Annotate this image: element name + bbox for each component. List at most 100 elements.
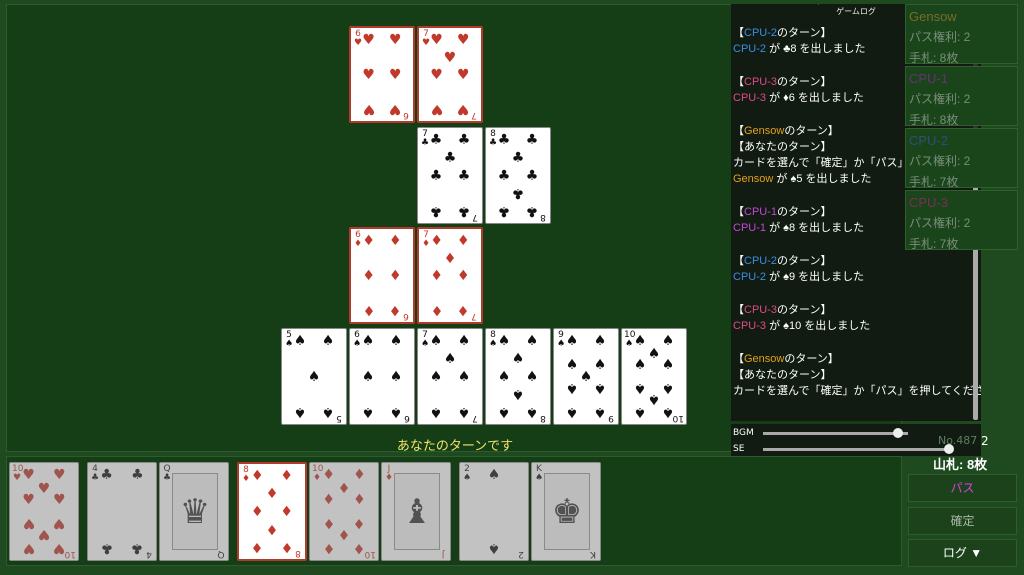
card-suit-icon: ♣ bbox=[420, 138, 430, 148]
log-text-segment: が ♠5 を出しました bbox=[773, 173, 872, 185]
suit-pip-icon: ♠ bbox=[389, 404, 403, 421]
game-number-label: No.487 bbox=[938, 434, 978, 447]
card-suit-icon: ♠ bbox=[462, 473, 472, 483]
hand-card-2[interactable]: Q ♣ Q ♛ bbox=[159, 462, 229, 561]
card-corner-bottom: 6 bbox=[401, 110, 411, 120]
suit-pip-icon: ♣ bbox=[131, 539, 144, 556]
card-suit-icon: ♠ bbox=[556, 339, 566, 349]
hand-card-6[interactable]: 2 ♠ 2 ♠ ♠ bbox=[459, 462, 529, 561]
suit-pip-icon: ♠ bbox=[647, 346, 661, 363]
suit-pip-icon: ♠ bbox=[429, 332, 443, 349]
suit-pip-icon: ♣ bbox=[457, 203, 471, 220]
card-corner-top: 9 ♠ bbox=[556, 331, 566, 349]
suit-pip-icon: ♠ bbox=[511, 385, 525, 402]
card-pips: ♦ ♦ ♦ ♦ ♦ ♦ bbox=[362, 234, 401, 319]
suit-pip-icon: ♠ bbox=[565, 404, 579, 421]
hand-card-4[interactable]: 10 ♦ 10 ♦ ♦ ♦ ♦ ♦ ♦ ♦ ♦ ♦ ♦ bbox=[309, 462, 379, 561]
suit-pip-icon: ♠ bbox=[525, 404, 539, 421]
card-corner-top: J ♦ bbox=[384, 465, 394, 483]
card-pips: ♣ ♣ ♣ ♣ ♣ ♣ ♣ ♣ bbox=[497, 133, 539, 220]
hand-card-3[interactable]: 8 ♦ 8 ♦ ♦ ♦ ♦ ♦ ♦ ♦ ♦ bbox=[237, 462, 307, 561]
suit-pip-icon: ♦ bbox=[251, 467, 264, 484]
log-text-segment: CPU-3 bbox=[744, 76, 778, 88]
suit-pip-icon: ♥ bbox=[362, 101, 375, 118]
suit-pip-icon: ♦ bbox=[322, 492, 335, 509]
card-rank: 2 bbox=[464, 464, 470, 474]
suit-pip-icon: ♠ bbox=[361, 332, 375, 349]
log-text-segment: CPU-2 bbox=[733, 43, 767, 55]
pass-button[interactable]: パス bbox=[908, 474, 1017, 502]
suit-pip-icon: ♠ bbox=[487, 467, 501, 484]
suit-pip-icon: ♠ bbox=[457, 332, 471, 349]
bgm-slider-track[interactable] bbox=[763, 432, 908, 435]
card-corner-top: 5 ♠ bbox=[284, 331, 294, 349]
suit-pip-icon: ♠ bbox=[457, 368, 471, 385]
log-line: カードを選んで「確定」か「パス」を押してください bbox=[733, 383, 981, 399]
log-line: CPU-2 が ♠9 を出しました bbox=[733, 269, 969, 285]
log-text-segment: が ♠10 を出しました bbox=[766, 320, 871, 332]
log-text-segment: のターン】 bbox=[777, 304, 832, 316]
card-rank: 10 bbox=[672, 413, 684, 423]
log-text-segment: のターン】 bbox=[777, 76, 832, 88]
suit-pip-icon: ♥ bbox=[389, 66, 402, 83]
suit-pip-icon: ♥ bbox=[430, 101, 443, 118]
suit-pip-icon: ♦ bbox=[280, 503, 293, 520]
hand-card-0[interactable]: 10 ♥ 10 ♥ ♥ ♥ ♥ ♥ ♥ ♥ ♥ ♥ ♥ bbox=[9, 462, 79, 561]
card-pips: ♠ ♠ ♠ ♠ ♠ bbox=[294, 334, 335, 421]
card-corner-bottom: 10 bbox=[672, 413, 684, 423]
card-rank: 4 bbox=[146, 549, 152, 559]
log-text-segment: CPU-2 bbox=[733, 271, 767, 283]
log-text-segment: CPU-3 bbox=[744, 304, 778, 316]
card-rank: 6 bbox=[403, 110, 409, 120]
hand-card-7[interactable]: K ♠ K ♚ bbox=[531, 462, 601, 561]
hand-card-1[interactable]: 4 ♣ 4 ♣ ♣ ♣ ♣ bbox=[87, 462, 157, 561]
card-suit-icon: ♣ bbox=[488, 138, 498, 148]
card-5-spades: 5 ♠ 5 ♠ ♠ ♠ ♠ ♠ bbox=[281, 328, 347, 425]
card-rank: 6 bbox=[404, 413, 410, 423]
suit-pip-icon: ♦ bbox=[362, 302, 375, 319]
log-text-segment: 【 bbox=[733, 255, 744, 267]
suit-pip-icon: ♦ bbox=[322, 539, 335, 556]
face-card-art: ♛ bbox=[172, 473, 218, 550]
card-corner-top: Q ♣ bbox=[162, 465, 172, 483]
log-toggle-button[interactable]: ログ ▼ bbox=[908, 539, 1017, 567]
card-6-hearts: 6 ♥ 6 ♥ ♥ ♥ ♥ ♥ ♥ bbox=[349, 26, 415, 123]
player-hand-count: 手札: 7枚 bbox=[909, 175, 959, 189]
card-corner-top: 10 ♦ bbox=[312, 465, 323, 483]
player-gensow: Gensow パス権利: 2 手札: 8枚 bbox=[905, 4, 1018, 65]
suit-pip-icon: ♠ bbox=[633, 404, 647, 421]
player-hand: 10 ♥ 10 ♥ ♥ ♥ ♥ ♥ ♥ ♥ ♥ ♥ ♥ 4 ♣ 4 ♣ ♣ ♣ ♣ Q ♣ Q ♛ 8 ♦ 8 ♦ ♦ ♦ ♦ ♦ ♦ ♦ ♦ 10 ♦… bbox=[6, 456, 902, 566]
card-corner-bottom: 8 bbox=[293, 548, 303, 558]
bgm-slider-knob[interactable] bbox=[892, 428, 903, 438]
bgm-label: BGM bbox=[733, 428, 754, 438]
hand-card-5[interactable]: J ♦ J ♝ bbox=[381, 462, 451, 561]
card-pips: ♠ ♠ ♠ ♠ ♠ ♠ ♠ ♠ bbox=[498, 334, 539, 421]
card-rank: 7 bbox=[472, 413, 478, 423]
suit-pip-icon: ♦ bbox=[337, 480, 351, 497]
suit-pip-icon: ♣ bbox=[497, 203, 511, 220]
suit-pip-icon: ♥ bbox=[430, 31, 443, 48]
player-hand-count: 手札: 7枚 bbox=[909, 237, 959, 251]
suit-pip-icon: ♠ bbox=[565, 379, 579, 396]
figure-icon: ♝ bbox=[401, 491, 433, 532]
card-suit-icon: ♠ bbox=[534, 473, 544, 483]
card-rank: 8 bbox=[540, 212, 546, 222]
card-rank: 9 bbox=[608, 413, 614, 423]
card-suit-icon: ♠ bbox=[624, 339, 634, 349]
suit-pip-icon: ♦ bbox=[353, 492, 366, 509]
suit-pip-icon: ♠ bbox=[321, 404, 335, 421]
suit-pip-icon: ♦ bbox=[430, 232, 443, 249]
suit-pip-icon: ♠ bbox=[457, 404, 471, 421]
card-suit-icon: ♣ bbox=[162, 473, 172, 483]
log-line: 【あなたのターン】 bbox=[733, 367, 969, 383]
se-slider-track[interactable] bbox=[763, 448, 951, 451]
log-text-segment: 【 bbox=[733, 76, 744, 88]
log-text-segment: 【 bbox=[733, 125, 744, 137]
card-corner-bottom: 6 bbox=[402, 413, 412, 423]
log-text-segment: 【あなたのターン】 bbox=[733, 141, 832, 153]
suit-pip-icon: ♣ bbox=[525, 203, 539, 220]
confirm-button[interactable]: 確定 bbox=[908, 507, 1017, 535]
suit-pip-icon: ♣ bbox=[511, 150, 525, 167]
suit-pip-icon: ♣ bbox=[100, 467, 113, 484]
card-corner-top: 4 ♣ bbox=[90, 465, 100, 483]
